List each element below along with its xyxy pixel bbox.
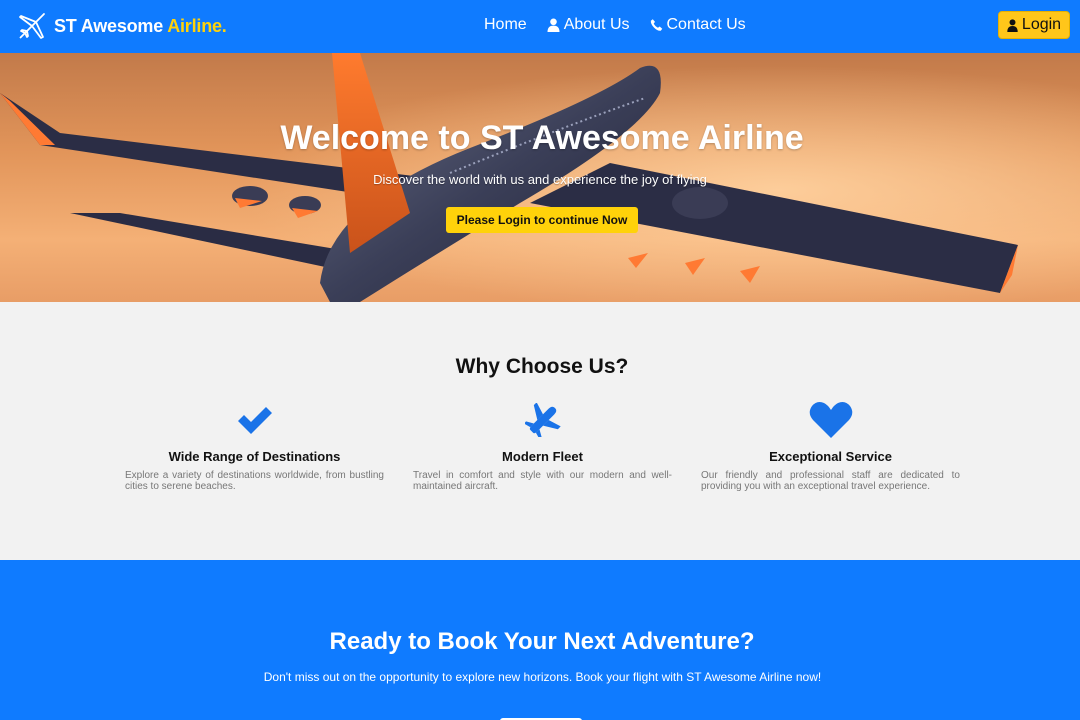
phone-icon (650, 18, 663, 32)
nav-home-label: Home (484, 16, 527, 33)
user-icon (1007, 18, 1018, 32)
section-title: Why Choose Us? (455, 355, 629, 378)
book-adventure-section: Ready to Book Your Next Adventure? Don't… (0, 560, 1080, 720)
user-icon (547, 18, 560, 32)
brand-accent: Airline. (167, 15, 227, 36)
feature-exceptional-service: Exceptional Service Our friendly and pro… (701, 401, 960, 492)
feature-title: Exceptional Service (769, 449, 892, 464)
main-nav: Home About Us Contact Us (484, 14, 746, 36)
feature-title: Wide Range of Destinations (168, 449, 341, 464)
nav-about-us-label: About Us (563, 16, 630, 33)
login-to-continue-button[interactable]: Please Login to continue Now (446, 207, 638, 233)
nav-contact-us-label: Contact Us (666, 16, 746, 33)
nav-about-us[interactable]: About Us (547, 14, 630, 36)
feature-destinations: Wide Range of Destinations Explore a var… (125, 401, 384, 492)
why-choose-us-section: Why Choose Us? Wide Range of Destination… (0, 302, 1080, 560)
plane-icon (16, 10, 48, 42)
hero-subtitle: Discover the world with us and experienc… (373, 172, 707, 187)
cta-title: Ready to Book Your Next Adventure? (329, 628, 755, 655)
hero-banner: Welcome to ST Awesome Airline Discover t… (0, 53, 1080, 302)
brand-logo-link[interactable]: ST Awesome Airline. (16, 9, 227, 43)
plane-icon (413, 401, 672, 439)
hero-title: Welcome to ST Awesome Airline (280, 119, 804, 157)
navbar: ST Awesome Airline. Home About Us Contac… (0, 0, 1080, 53)
brand-name: ST Awesome Airline. (54, 15, 227, 36)
nav-contact-us[interactable]: Contact Us (650, 14, 746, 36)
check-icon (125, 401, 384, 439)
feature-description: Our friendly and professional staff are … (701, 470, 960, 492)
heart-icon (701, 401, 960, 439)
feature-description: Explore a variety of destinations worldw… (125, 470, 384, 492)
cta-text: Don't miss out on the opportunity to exp… (263, 670, 822, 684)
feature-modern-fleet: Modern Fleet Travel in comfort and style… (413, 401, 672, 492)
login-button[interactable]: Login (998, 11, 1070, 39)
login-label: Login (1021, 16, 1062, 33)
nav-home[interactable]: Home (484, 14, 527, 36)
hero-content: Welcome to ST Awesome Airline Discover t… (0, 53, 1080, 302)
feature-title: Modern Fleet (502, 449, 583, 464)
feature-description: Travel in comfort and style with our mod… (413, 470, 672, 492)
